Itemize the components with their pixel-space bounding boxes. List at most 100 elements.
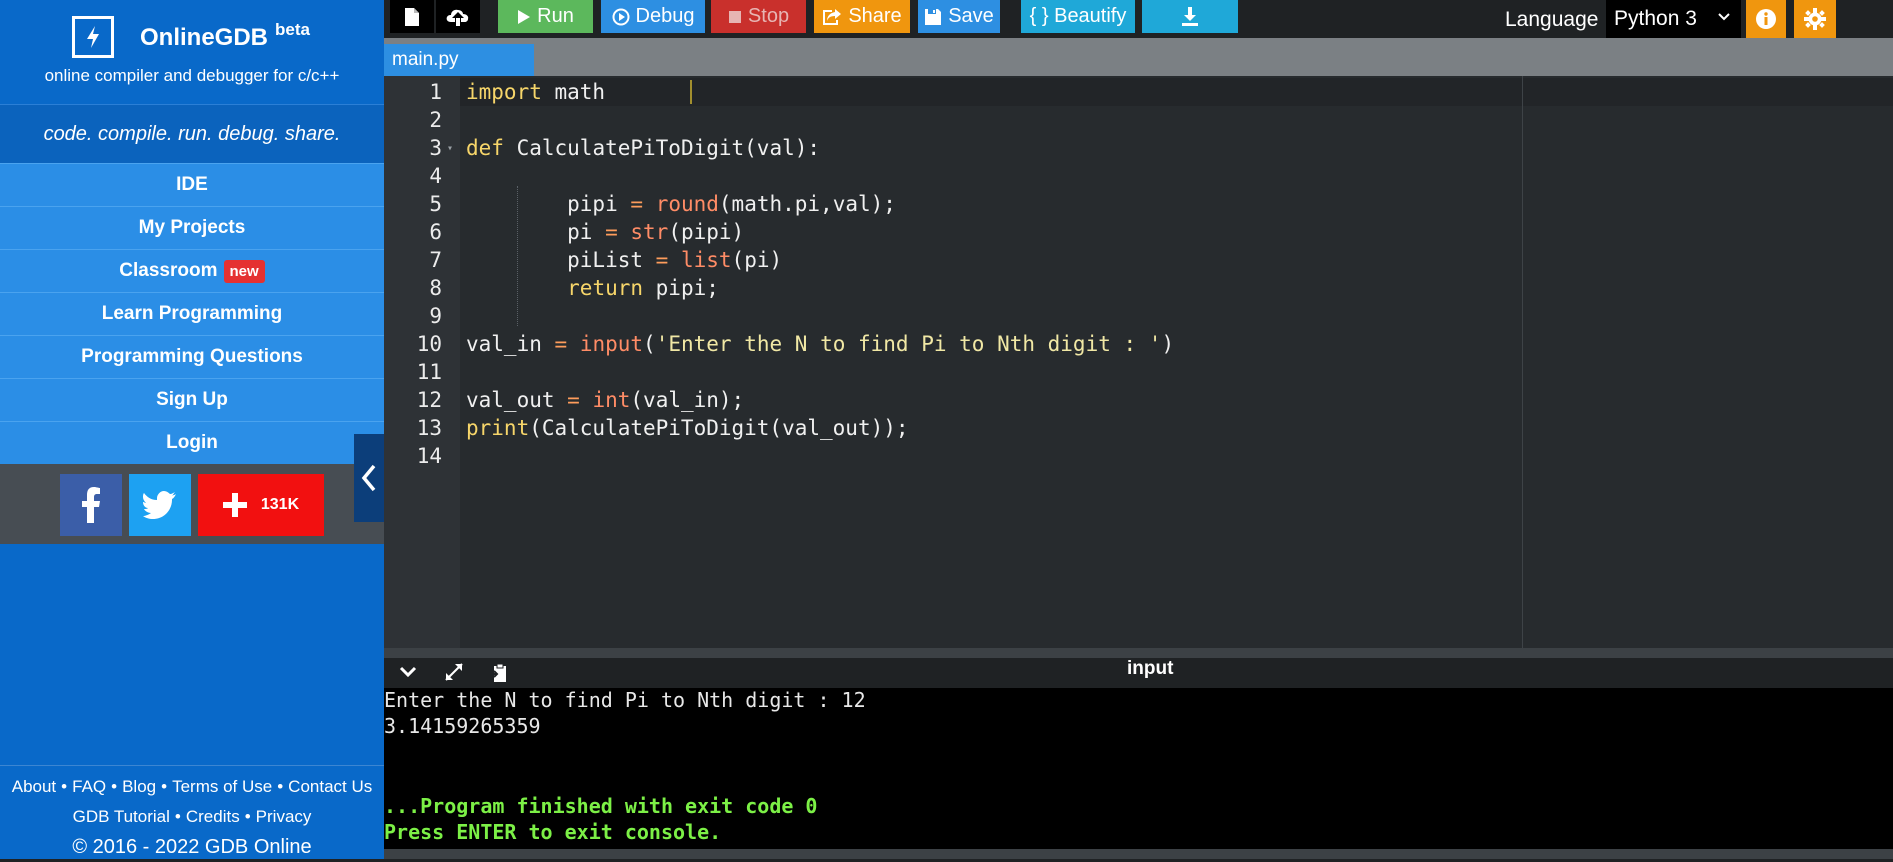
line-number: 13 [416,416,442,440]
expand-icon[interactable] [444,662,464,687]
run-label: Run [537,5,574,27]
footer-separator: • [111,777,118,796]
code-line: import math [466,80,606,104]
run-button[interactable]: Run [498,0,593,33]
console-header: input [384,658,1893,688]
settings-button[interactable] [1794,0,1836,38]
line-number: 10 [416,332,442,356]
footer-link-contact[interactable]: Contact Us [288,777,372,796]
share-icon [823,8,842,25]
footer-separator: • [61,777,68,796]
logo-bolt-icon[interactable] [72,16,114,58]
console-output[interactable]: Enter the N to find Pi to Nth digit : 12… [384,688,1893,849]
share-plus-button[interactable]: 131K [198,474,324,536]
nav-item-login[interactable]: Login [0,421,384,464]
brand-header: OnlineGDB beta online compiler and debug… [0,0,384,104]
code-line: def CalculatePiToDigit(val): [466,136,821,160]
collapse-sidebar-button[interactable] [354,434,384,522]
line-number: 7 [429,248,442,272]
save-floppy-icon [925,8,942,25]
plus-icon [222,493,247,517]
beautify-button[interactable]: { } Beautify [1021,0,1135,33]
nav-item-ide[interactable]: IDE [0,163,384,206]
nav-item-programming-questions[interactable]: Programming Questions [0,335,384,378]
social-bar: 131K [0,464,384,544]
brand-beta-label: beta [275,20,310,39]
console-title: input [1127,658,1174,679]
text-cursor [690,80,692,104]
console-resize-handle[interactable] [384,648,1893,658]
chevron-down-icon [1718,13,1730,21]
line-number: 5 [429,192,442,216]
chevron-down-icon[interactable] [398,662,418,687]
new-file-icon [405,7,419,26]
chevron-left-icon [361,464,376,492]
play-icon [518,9,531,24]
new-file-button[interactable] [390,0,434,33]
save-button[interactable]: Save [918,0,1000,33]
brand-name[interactable]: OnlineGDB [140,24,268,52]
gear-icon [1804,8,1826,30]
copy-clipboard-icon[interactable] [488,662,510,689]
nav-item-label: Login [166,432,218,453]
footer-link-gdb-tutorial[interactable]: GDB Tutorial [73,807,170,826]
file-tab-bar: main.py [384,38,1893,76]
nav-item-sign-up[interactable]: Sign Up [0,378,384,421]
footer-separator: • [277,777,284,796]
fold-arrow-icon[interactable]: ▾ [447,143,453,154]
nav-item-learn-programming[interactable]: Learn Programming [0,292,384,335]
copyright: © 2016 - 2022 GDB Online [72,836,312,858]
share-button[interactable]: Share [814,0,910,33]
code-line: pipi = round(math.pi,val); [466,192,896,216]
stop-button[interactable]: Stop [711,0,806,33]
save-label: Save [948,5,994,27]
debug-button[interactable]: Debug [601,0,705,33]
footer-link-credits[interactable]: Credits [186,807,240,826]
info-icon [1756,9,1776,29]
footer-link-privacy[interactable]: Privacy [256,807,312,826]
stop-square-icon [728,10,741,23]
line-number: 9 [429,304,442,328]
nav-item-my-projects[interactable]: My Projects [0,206,384,249]
nav-item-classroom[interactable]: Classroom new [0,249,384,292]
brand-tagline: online compiler and debugger for c/c++ [44,66,340,85]
footer-link-terms[interactable]: Terms of Use [172,777,272,796]
debug-play-circle-icon [612,8,630,25]
code-line: pi = str(pipi) [466,220,745,244]
code-line: return pipi; [567,276,719,300]
line-number: 8 [429,276,442,300]
nav-item-label: Classroom [119,260,218,281]
footer-link-faq[interactable]: FAQ [72,777,106,796]
tab-main-py[interactable]: main.py [384,44,534,76]
console-exit-message: ...Program finished with exit code 0 [384,794,818,818]
line-number: 11 [416,360,442,384]
footer-separator: • [174,807,181,826]
line-number: 2 [429,108,442,132]
toolbar: Run Debug Stop Share Save { } Beautify L… [384,0,1893,38]
footer-link-about[interactable]: About [12,777,56,796]
language-select[interactable]: Python 3 [1606,0,1741,38]
facebook-icon [82,487,100,523]
language-label: Language [1505,8,1599,31]
stop-label: Stop [747,5,790,27]
footer-separator: • [244,807,251,826]
info-button[interactable] [1746,0,1786,38]
facebook-button[interactable] [60,474,122,536]
code-editor[interactable]: 1 2 3 ▾ 4 5 6 7 8 9 10 11 12 13 14 impor… [384,76,1893,648]
twitter-button[interactable] [129,474,191,536]
nav-item-label: Learn Programming [101,303,283,324]
download-button[interactable] [1142,0,1238,33]
share-count: 131K [260,496,300,513]
console-bottom-bar [384,849,1893,859]
upload-button[interactable] [436,0,480,33]
footer-links-row-1: About • FAQ • Blog • Terms of Use • Contact Us [0,772,384,802]
line-number: 1 [429,80,442,104]
footer-link-blog[interactable]: Blog [122,777,156,796]
line-number: 12 [416,388,442,412]
line-number: 4 [429,164,442,188]
tab-label: main.py [392,49,459,70]
sidebar: OnlineGDB beta online compiler and debug… [0,0,384,859]
nav-item-label: IDE [176,174,208,195]
twitter-icon [143,491,176,519]
line-number: 6 [429,220,442,244]
